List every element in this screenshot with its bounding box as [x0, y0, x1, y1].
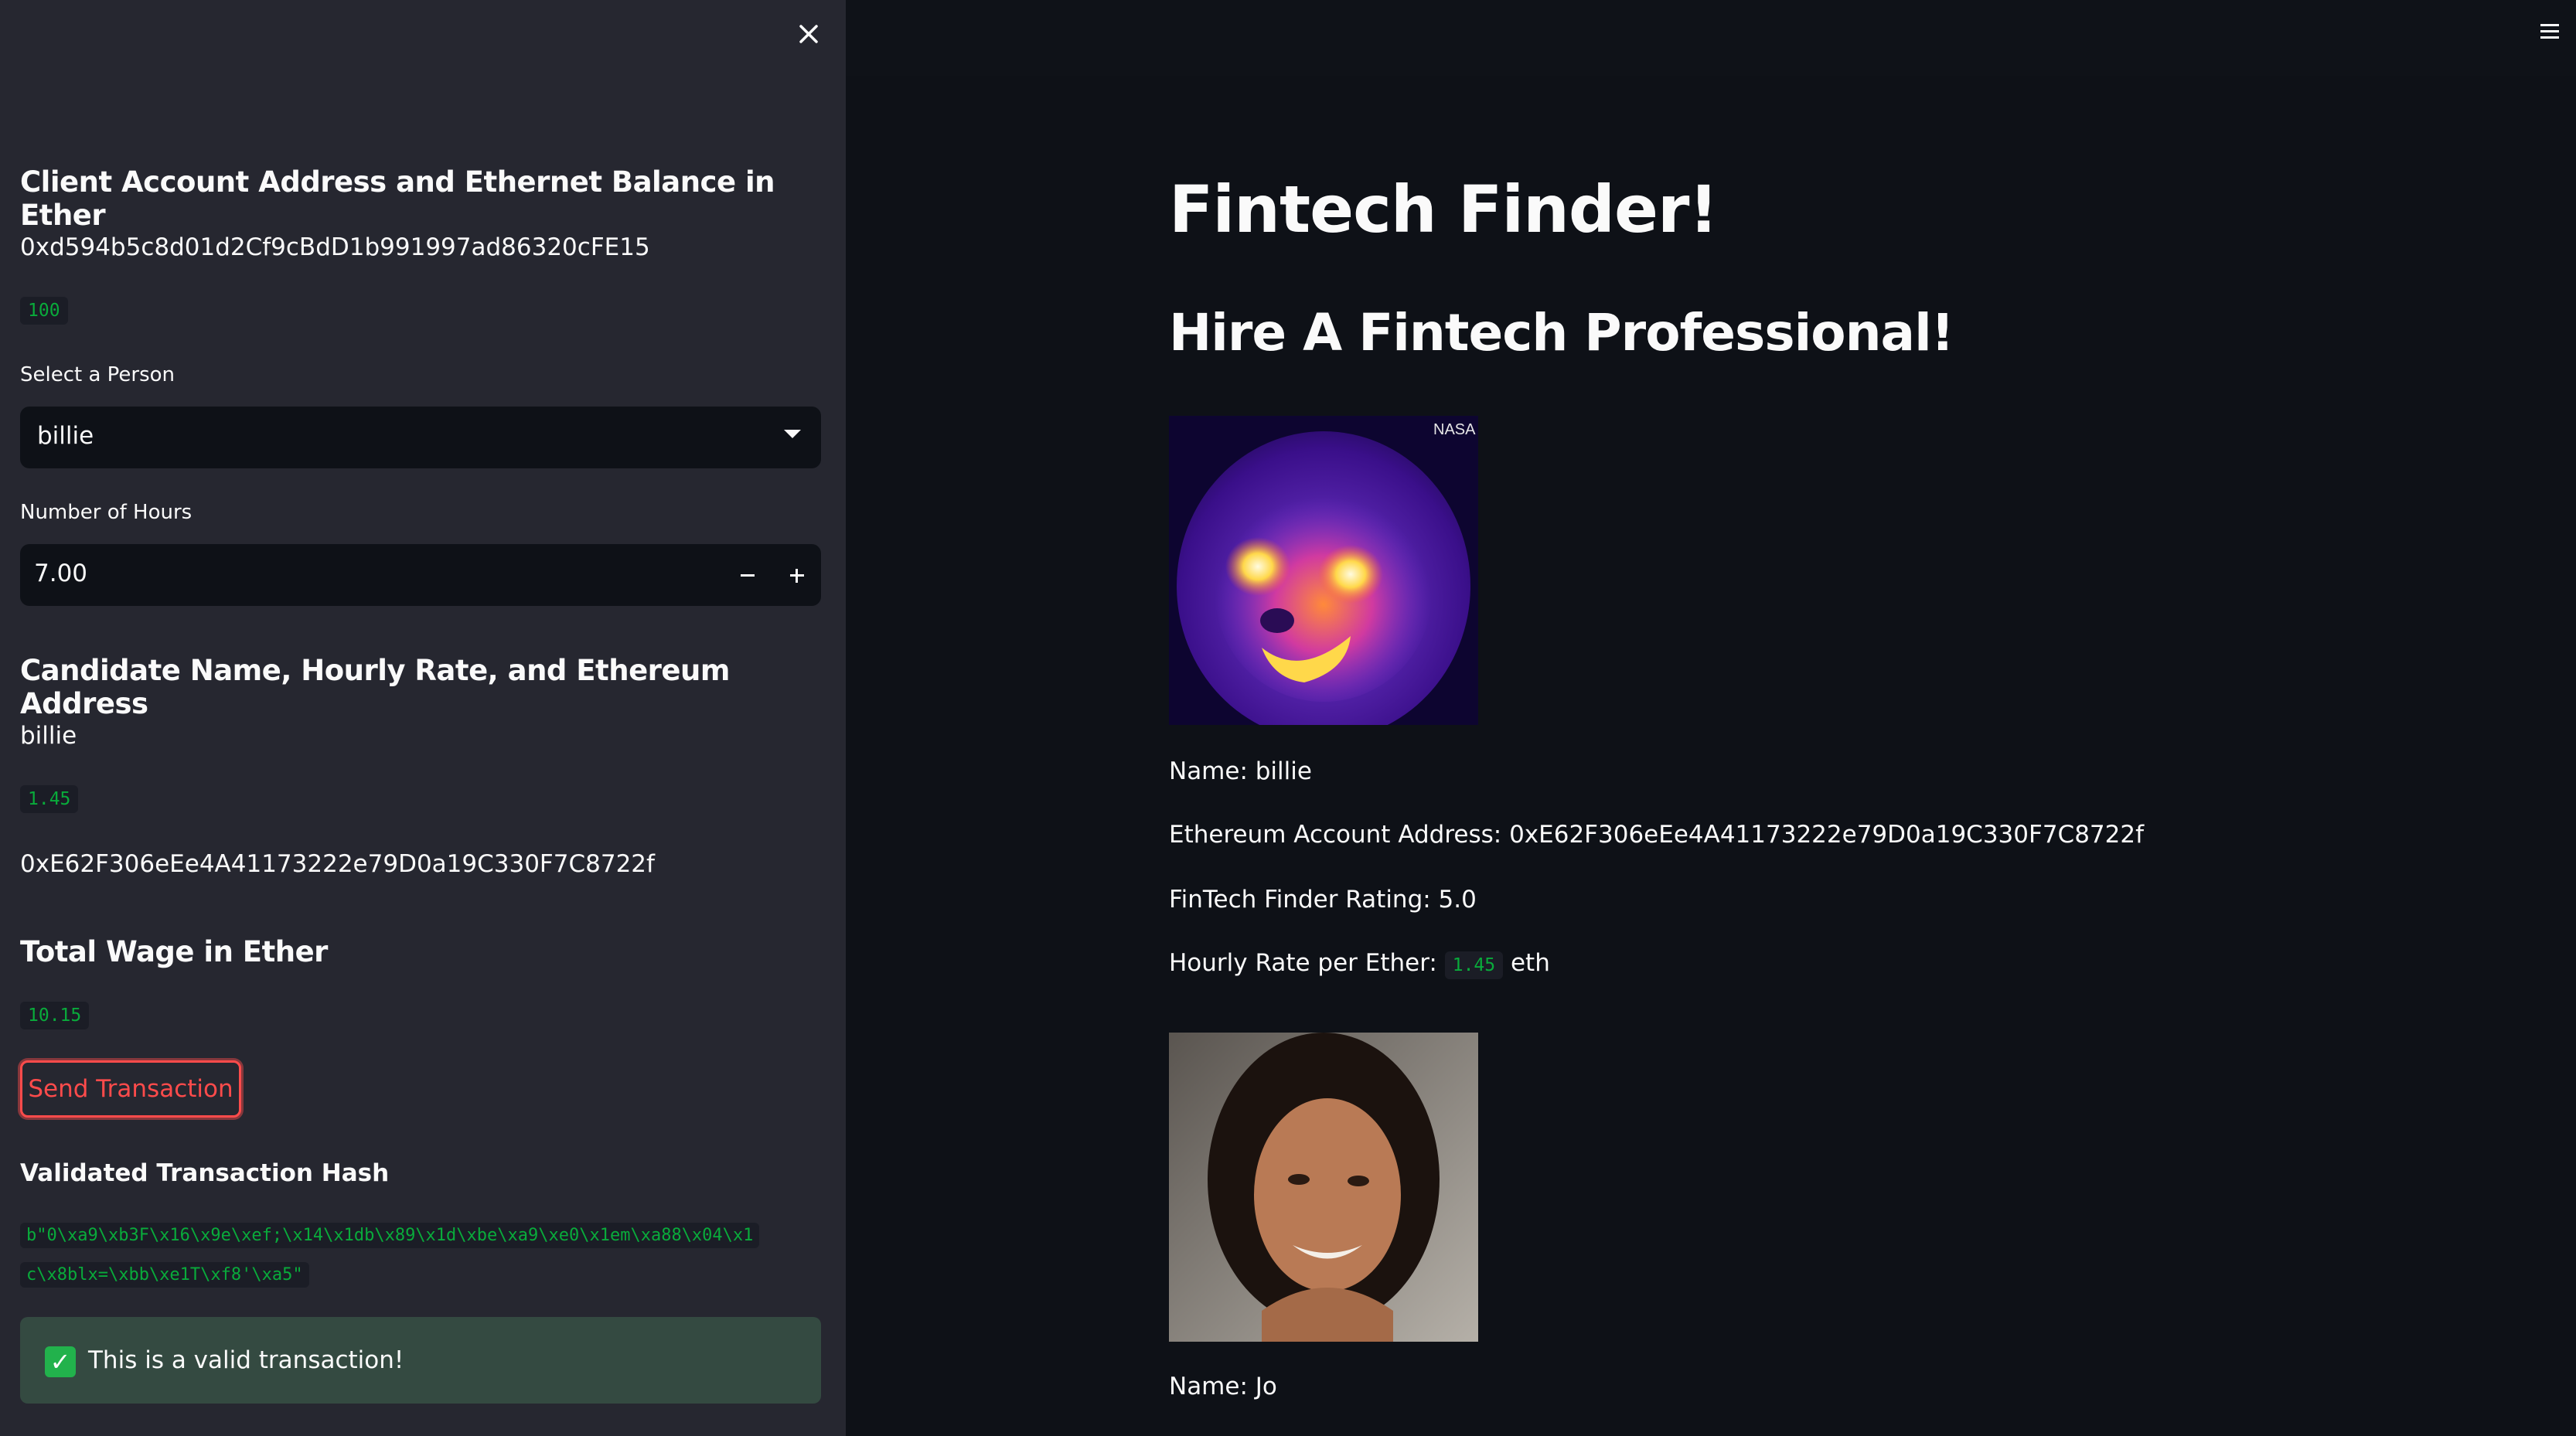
selected-person-value: billie: [37, 422, 94, 450]
wage-value: 10.15: [20, 1002, 90, 1029]
top-bar: [846, 0, 2576, 76]
check-icon: ✓: [45, 1346, 76, 1377]
wage-heading: Total Wage in Ether: [20, 935, 328, 968]
main-menu-button[interactable]: [2536, 17, 2564, 45]
select-person-label: Select a Person: [20, 363, 175, 386]
candidate-2-name: Name: Jo: [1169, 1373, 1277, 1400]
account-heading: Client Account Address and Ethernet Bala…: [20, 165, 775, 232]
close-icon: [799, 25, 818, 43]
hours-value[interactable]: 7.00: [34, 560, 87, 587]
candidate-1-photo: NASA: [1169, 416, 1478, 725]
account-address: 0xd594b5c8d01d2Cf9cBdD1b991997ad86320cFE…: [20, 233, 650, 261]
plus-icon-vertical: [796, 569, 798, 583]
hash-line-2: c\x8blx=\xbb\xe1T\xf8'\xa5": [20, 1262, 309, 1288]
send-transaction-button[interactable]: Send Transaction: [20, 1060, 241, 1118]
hash-heading: Validated Transaction Hash: [20, 1159, 390, 1187]
select-person-dropdown[interactable]: billie: [20, 407, 821, 468]
rate-prefix: Hourly Rate per Ether:: [1169, 949, 1437, 977]
chevron-down-icon: [784, 430, 801, 438]
candidate-1-rate-row: Hourly Rate per Ether: 1.45 eth: [1169, 949, 1550, 979]
candidate-name: billie: [20, 722, 77, 750]
page-subtitle: Hire A Fintech Professional!: [1169, 303, 1954, 362]
page-title: Fintech Finder!: [1169, 172, 1719, 247]
rate-value: 1.45: [1444, 951, 1504, 979]
decrement-button[interactable]: [725, 553, 768, 597]
close-sidebar-button[interactable]: [792, 17, 826, 51]
balance-value: 100: [20, 297, 68, 325]
nasa-watermark: NASA: [1433, 421, 1476, 438]
success-message: This is a valid transaction!: [88, 1346, 404, 1374]
hours-label: Number of Hours: [20, 501, 193, 524]
rate-suffix: eth: [1510, 949, 1550, 977]
candidate-1-address: Ethereum Account Address: 0xE62F306eEe4A…: [1169, 821, 2144, 849]
candidate-heading: Candidate Name, Hourly Rate, and Ethereu…: [20, 654, 730, 720]
hash-line-1: b"0\xa9\xb3F\x16\x9e\xef;\x14\x1db\x89\x…: [20, 1223, 760, 1248]
candidate-address: 0xE62F306eEe4A41173222e79D0a19C330F7C872…: [20, 850, 655, 878]
thermal-dog-image: NASA: [1169, 416, 1478, 725]
hours-number-input[interactable]: 7.00: [20, 544, 821, 606]
candidate-rate: 1.45: [20, 785, 79, 813]
portrait-image: [1169, 1033, 1478, 1342]
minus-icon: [741, 574, 755, 577]
candidate-2-photo: [1169, 1033, 1478, 1342]
success-alert: ✓ This is a valid transaction!: [20, 1317, 821, 1404]
candidate-1-name: Name: billie: [1169, 757, 1312, 785]
sidebar: Client Account Address and Ethernet Bala…: [0, 0, 846, 1436]
transaction-hash: b"0\xa9\xb3F\x16\x9e\xef;\x14\x1db\x89\x…: [20, 1216, 824, 1295]
candidate-1-rating: FinTech Finder Rating: 5.0: [1169, 886, 1477, 914]
increment-button[interactable]: [775, 553, 818, 597]
hamburger-menu-icon: [2540, 24, 2559, 39]
